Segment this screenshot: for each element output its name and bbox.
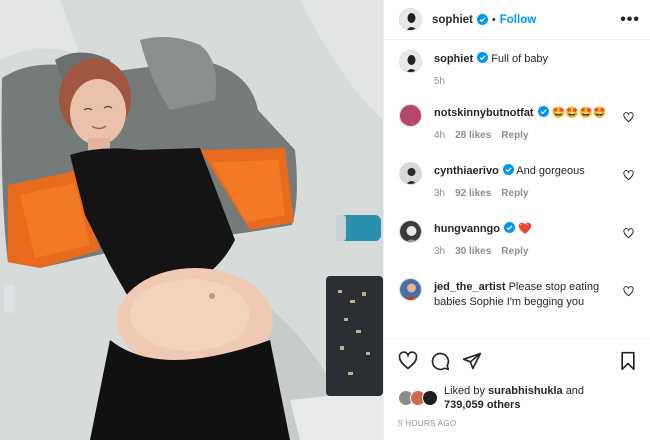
- comment-text: ❤️: [518, 223, 532, 235]
- comment-likes[interactable]: 30 likes: [455, 246, 491, 257]
- photo-illustration: [0, 0, 383, 440]
- comment-meta: 3h 30 likes Reply: [434, 246, 618, 257]
- caption-username[interactable]: sophiet: [434, 53, 473, 65]
- comment-item: cynthiaerivo And gorgeous 3h 92 likes Repl…: [399, 162, 636, 222]
- liked-by-prefix: Liked by: [444, 385, 485, 397]
- comment-body: hungvanngo ❤️ 3h 30 likes Reply: [434, 222, 636, 280]
- header-separator: •: [491, 13, 496, 26]
- post-header: sophiet • Follow •••: [384, 0, 650, 40]
- comment-icon[interactable]: [430, 351, 450, 371]
- instagram-post: sophiet • Follow ••• sophiet Full of bab…: [0, 0, 650, 440]
- comment-username[interactable]: hungvanngo: [434, 223, 500, 235]
- comment-likes[interactable]: 92 likes: [455, 188, 491, 199]
- comment-item: notskinnybutnotfat 🤩🤩🤩🤩 4h 28 likes Reply: [399, 104, 636, 164]
- caption-avatar[interactable]: [399, 50, 422, 73]
- author-avatar[interactable]: [399, 8, 422, 31]
- comment-age: 3h: [434, 246, 446, 257]
- comments-list[interactable]: sophiet Full of baby 5h notskinnybutnotf…: [384, 40, 650, 338]
- verified-badge-icon: [477, 52, 489, 63]
- verified-badge-icon: [502, 164, 514, 175]
- comment-meta: 4h 28 likes Reply: [434, 130, 618, 141]
- heart-icon[interactable]: [623, 170, 634, 181]
- comment-body: cynthiaerivo And gorgeous 3h 92 likes Repl…: [434, 164, 636, 222]
- heart-icon[interactable]: [623, 286, 634, 297]
- comment-text: And gorgeous: [516, 165, 585, 177]
- share-icon[interactable]: [462, 351, 482, 371]
- comment-username[interactable]: notskinnybutnotfat: [434, 107, 534, 119]
- commenter-avatar[interactable]: [399, 162, 422, 185]
- liked-by-and: and: [565, 385, 585, 397]
- comment-username[interactable]: cynthiaerivo: [434, 165, 499, 177]
- likes-count[interactable]: 739,059 others: [444, 399, 520, 411]
- comment-age: 3h: [434, 188, 446, 199]
- comment-item: hungvanngo ❤️ 3h 30 likes Reply: [399, 220, 636, 280]
- comment-age: 4h: [434, 130, 446, 141]
- reply-button[interactable]: Reply: [501, 188, 528, 199]
- comment-likes[interactable]: 28 likes: [455, 130, 491, 141]
- comment-text: 🤩🤩🤩🤩: [551, 107, 607, 119]
- liker-avatars[interactable]: [398, 390, 440, 406]
- comment-username[interactable]: jed_the_artist: [434, 281, 506, 293]
- action-bar: [384, 338, 650, 383]
- reply-button[interactable]: Reply: [501, 130, 528, 141]
- caption: sophiet Full of baby 5h: [399, 50, 636, 106]
- verified-badge-icon: [476, 14, 488, 25]
- more-options-icon[interactable]: •••: [620, 11, 640, 29]
- heart-icon[interactable]: [623, 112, 634, 123]
- liked-by: Liked by surabhishukla and 739,059 other…: [384, 383, 650, 413]
- bookmark-icon[interactable]: [618, 351, 638, 371]
- caption-text: Full of baby: [491, 53, 549, 65]
- commenter-avatar[interactable]: [399, 104, 422, 127]
- comment-meta: 3h 92 likes Reply: [434, 188, 618, 199]
- reply-button[interactable]: Reply: [501, 246, 528, 257]
- liker-avatar: [422, 390, 438, 406]
- caption-body: sophiet Full of baby 5h: [434, 52, 636, 106]
- comment-body: notskinnybutnotfat 🤩🤩🤩🤩 4h 28 likes Reply: [434, 106, 636, 164]
- liked-by-text: Liked by surabhishukla and 739,059 other…: [444, 384, 584, 412]
- comment-item: jed_the_artist Please stop eating babies…: [399, 278, 636, 328]
- commenter-avatar[interactable]: [399, 278, 422, 301]
- verified-badge-icon: [504, 222, 515, 233]
- heart-icon[interactable]: [398, 351, 418, 371]
- caption-age: 5h: [434, 76, 446, 87]
- commenter-avatar[interactable]: [399, 220, 422, 243]
- verified-badge-icon: [537, 106, 549, 117]
- post-timestamp[interactable]: 5 HOURS AGO: [384, 413, 650, 428]
- liked-by-user[interactable]: surabhishukla: [488, 385, 563, 397]
- post-photo[interactable]: [0, 0, 383, 440]
- caption-meta: 5h: [434, 76, 618, 87]
- follow-button[interactable]: Follow: [500, 14, 536, 26]
- heart-icon[interactable]: [623, 228, 634, 239]
- author-username[interactable]: sophiet: [432, 14, 473, 26]
- comment-body: jed_the_artist Please stop eating babies…: [434, 280, 636, 328]
- post-side-panel: sophiet • Follow ••• sophiet Full of bab…: [383, 0, 650, 440]
